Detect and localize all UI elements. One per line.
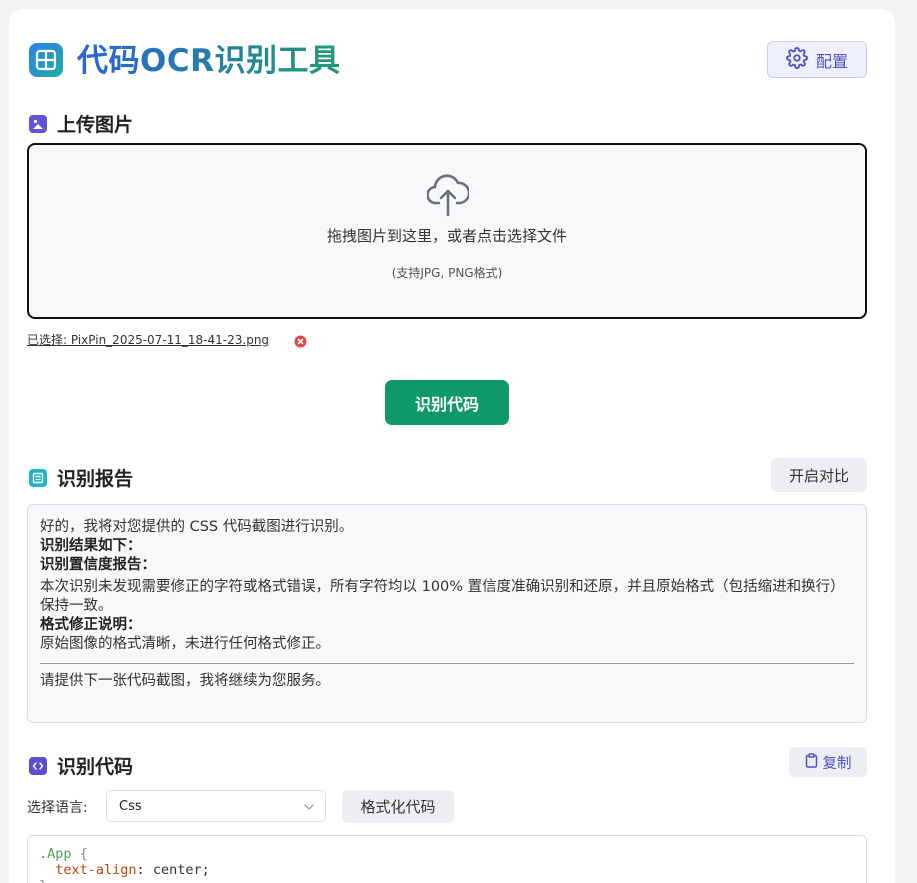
clipboard-icon	[805, 752, 818, 772]
app-logo-icon	[29, 43, 63, 77]
report-format-text: 原始图像的格式清晰，未进行任何格式修正。	[40, 636, 330, 652]
language-label: 选择语言:	[27, 800, 88, 816]
report-divider	[40, 663, 854, 664]
code-property: text-align	[55, 862, 137, 878]
code-editor[interactable]: .App { text-align: center; }	[27, 835, 867, 883]
copy-button[interactable]: 复制	[789, 747, 867, 777]
gear-icon	[786, 46, 808, 73]
dropzone-hint: (支持JPG, PNG格式)	[391, 266, 503, 280]
format-code-button[interactable]: 格式化代码	[342, 790, 454, 823]
report-intro: 好的，我将对您提供的 CSS 代码截图进行识别。	[40, 519, 354, 535]
report-heading-text: 识别报告	[57, 468, 134, 490]
code-heading-text: 识别代码	[57, 756, 134, 778]
code-section-heading: 识别代码	[29, 752, 133, 779]
code-open-brace: {	[71, 846, 88, 862]
code-icon	[29, 756, 47, 775]
main-card	[9, 9, 895, 883]
recognize-code-button[interactable]: 识别代码	[385, 380, 509, 425]
config-button-label: 配置	[815, 51, 848, 71]
report-result-title: 识别结果如下：	[40, 538, 142, 554]
report-format-title: 格式修正说明：	[40, 617, 142, 633]
config-button[interactable]: 配置	[767, 41, 867, 78]
compare-toggle-button[interactable]: 开启对比	[771, 458, 867, 492]
document-icon	[29, 468, 47, 487]
page-title: 代码OCR识别工具	[77, 40, 340, 82]
code-colon: :	[136, 862, 153, 878]
code-close-brace: }	[39, 878, 47, 883]
report-confidence-title: 识别置信度报告：	[40, 557, 156, 573]
selected-file-link[interactable]: 已选择: PixPin_2025-07-11_18-41-23.png	[27, 331, 269, 348]
language-select-value: Css	[119, 798, 142, 814]
code-selector: .App	[39, 846, 72, 862]
upload-heading-text: 上传图片	[57, 114, 134, 136]
report-closing: 请提供下一张代码截图，我将继续为您服务。	[40, 673, 330, 689]
cloud-upload-icon	[426, 171, 471, 221]
report-content: 好的，我将对您提供的 CSS 代码截图进行识别。 识别结果如下： 识别置信度报告…	[27, 504, 867, 723]
language-select[interactable]: Css	[106, 790, 326, 822]
chevron-down-icon	[303, 801, 315, 816]
report-section-heading: 识别报告	[29, 464, 133, 491]
image-dropzone[interactable]: 拖拽图片到这里，或者点击选择文件 (支持JPG, PNG格式)	[27, 143, 867, 319]
upload-section-heading: 上传图片	[29, 110, 133, 137]
report-confidence-text: 本次识别未发现需要修正的字符或格式错误，所有字符均以 100% 置信度准确识别和…	[40, 579, 845, 614]
image-icon	[29, 114, 47, 133]
remove-file-icon[interactable]	[294, 333, 307, 352]
copy-button-label: 复制	[822, 755, 852, 772]
code-value: center;	[152, 862, 210, 878]
dropzone-text: 拖拽图片到这里，或者点击选择文件	[326, 227, 567, 245]
